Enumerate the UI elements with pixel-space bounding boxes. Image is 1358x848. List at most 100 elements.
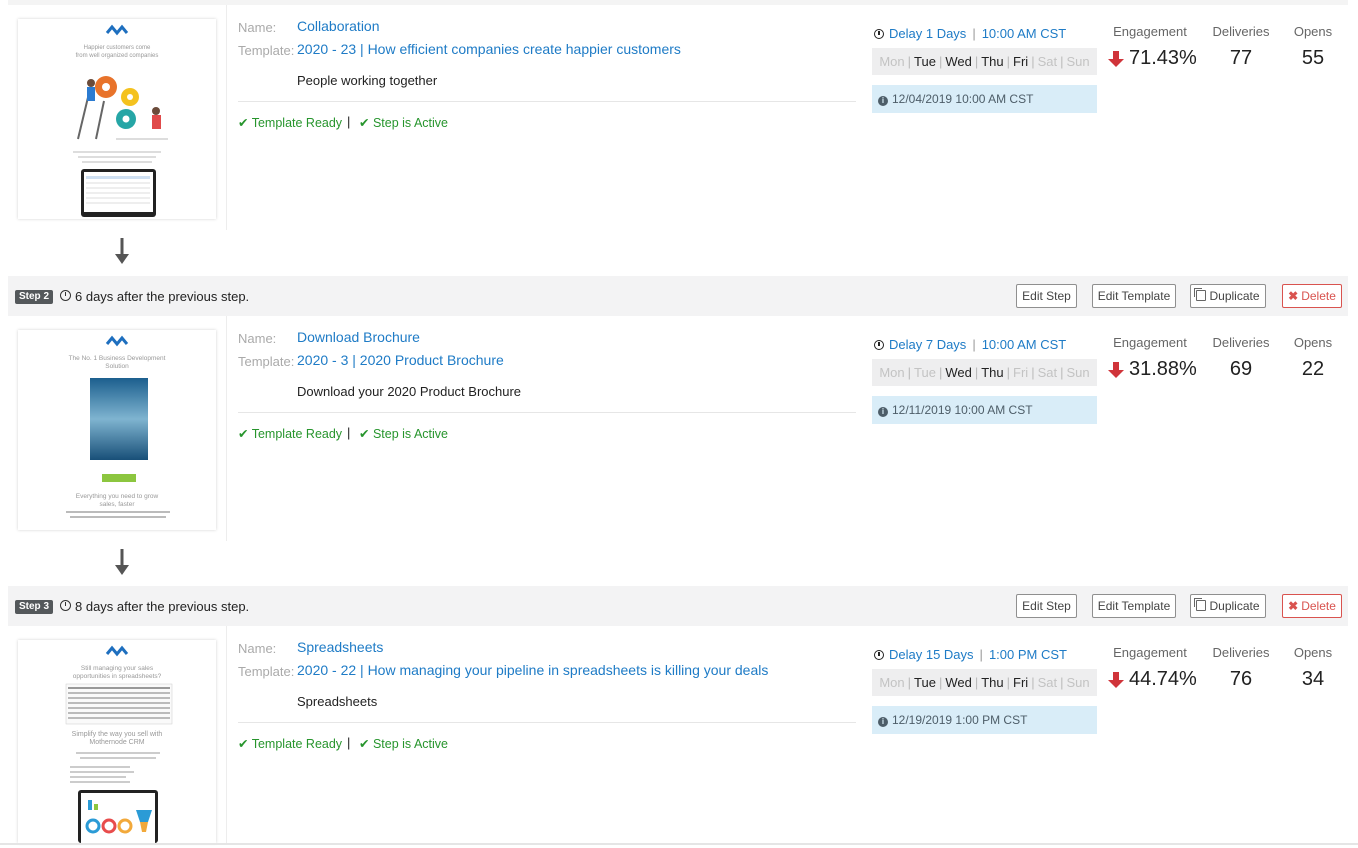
step-header-3: Step 3 8 days after the previous step. E… — [8, 586, 1348, 626]
send-days: Mon | Tue | Wed | Thu | Fri | Sat | Sun — [872, 359, 1097, 386]
opens-value: 22 — [1301, 358, 1325, 380]
engagement-value: 71.43% — [1129, 47, 1197, 69]
step-card-3: Still managing your sales opportunities … — [8, 626, 1348, 843]
name-label: Name: — [238, 331, 277, 346]
template-link[interactable]: 2020 - 23 | How efficient companies crea… — [297, 41, 681, 57]
step-active-status: ✔ Step is Active — [359, 116, 449, 130]
opens-header: Opens — [1293, 645, 1333, 660]
delay-info[interactable]: Delay 7 Days | 10:00 AM CST — [874, 337, 1066, 352]
check-icon: ✔ — [238, 737, 249, 751]
step-name-link[interactable]: Download Brochure — [297, 329, 420, 345]
close-icon: ✖ — [1288, 599, 1299, 613]
svg-text:Mothernode CRM: Mothernode CRM — [89, 739, 144, 746]
email-preview-image: Happier customers come from well organiz… — [73, 24, 168, 217]
card-divider — [226, 316, 227, 541]
svg-text:opportunities in spreadsheets?: opportunities in spreadsheets? — [73, 673, 162, 680]
duplicate-button[interactable]: Duplicate — [1190, 284, 1266, 308]
send-days: Mon | Tue | Wed | Thu | Fri | Sat | Sun — [872, 48, 1097, 75]
check-icon: ✔ — [238, 116, 249, 130]
check-icon: ✔ — [359, 737, 370, 751]
svg-text:Still managing your sales: Still managing your sales — [81, 665, 154, 672]
delete-button[interactable]: ✖ Delete — [1282, 594, 1342, 618]
step-name-link[interactable]: Collaboration — [297, 18, 380, 34]
status-separator: | — [347, 114, 351, 129]
opens-header: Opens — [1293, 24, 1333, 39]
opens-value: 55 — [1301, 47, 1325, 69]
info-icon: i — [878, 407, 888, 417]
duplicate-button[interactable]: Duplicate — [1190, 594, 1266, 618]
svg-text:sales, faster: sales, faster — [99, 501, 135, 508]
step-header-2: Step 2 6 days after the previous step. E… — [8, 276, 1348, 316]
template-label: Template: — [238, 354, 295, 369]
delay-info[interactable]: Delay 15 Days | 1:00 PM CST — [874, 647, 1067, 662]
section-divider — [238, 101, 856, 102]
trend-down-icon — [1108, 362, 1124, 378]
delete-button[interactable]: ✖ Delete — [1282, 284, 1342, 308]
status-separator: | — [347, 425, 351, 440]
opens-header: Opens — [1293, 335, 1333, 350]
template-link[interactable]: 2020 - 3 | 2020 Product Brochure — [297, 352, 504, 368]
step-active-status: ✔ Step is Active — [359, 737, 449, 751]
template-thumbnail[interactable]: The No. 1 Business Development Solution … — [18, 330, 216, 530]
template-thumbnail[interactable]: Still managing your sales opportunities … — [18, 640, 216, 843]
template-ready-status: ✔ Template Ready — [238, 427, 343, 441]
engagement-header: Engagement — [1113, 335, 1187, 350]
flow-arrow-down-icon — [115, 549, 129, 575]
template-ready-status: ✔ Template Ready — [238, 737, 343, 751]
template-ready-status: ✔ Template Ready — [238, 116, 343, 130]
svg-text:The No. 1 Business Development: The No. 1 Business Development — [69, 355, 166, 362]
step-badge: Step 3 — [15, 600, 54, 614]
edit-template-button[interactable]: Edit Template — [1092, 594, 1176, 618]
section-divider — [238, 722, 856, 723]
engagement-header: Engagement — [1113, 645, 1187, 660]
step-description: Spreadsheets — [297, 694, 378, 709]
step-delay-text: 6 days after the previous step. — [75, 289, 250, 304]
copy-icon — [1194, 288, 1207, 301]
email-preview-image: Still managing your sales opportunities … — [65, 645, 173, 843]
copy-icon — [1194, 598, 1207, 611]
deliveries-header: Deliveries — [1212, 645, 1270, 660]
send-days: Mon | Tue | Wed | Thu | Fri | Sat | Sun — [872, 669, 1097, 696]
svg-text:Everything you need to grow: Everything you need to grow — [76, 493, 159, 500]
template-link[interactable]: 2020 - 22 | How managing your pipeline i… — [297, 662, 768, 678]
opens-value: 34 — [1301, 668, 1325, 690]
clock-icon — [874, 29, 884, 39]
status-separator: | — [347, 735, 351, 750]
deliveries-header: Deliveries — [1212, 335, 1270, 350]
clock-icon — [60, 290, 71, 301]
card-divider — [226, 626, 227, 843]
trend-down-icon — [1108, 51, 1124, 67]
next-send-date: i 12/04/2019 10:00 AM CST — [872, 85, 1097, 113]
template-thumbnail[interactable]: Happier customers come from well organiz… — [18, 19, 216, 219]
deliveries-value: 77 — [1229, 47, 1253, 69]
step-description: People working together — [297, 73, 438, 88]
template-label: Template: — [238, 43, 295, 58]
logo-icon — [105, 335, 129, 347]
info-icon: i — [878, 717, 888, 727]
deliveries-value: 69 — [1229, 358, 1253, 380]
edit-step-button[interactable]: Edit Step — [1016, 284, 1077, 308]
clock-icon — [874, 650, 884, 660]
deliveries-header: Deliveries — [1212, 24, 1270, 39]
email-preview-image: The No. 1 Business Development Solution … — [66, 335, 170, 518]
deliveries-value: 76 — [1229, 668, 1253, 690]
close-icon: ✖ — [1288, 289, 1299, 303]
flow-arrow-down-icon — [115, 238, 129, 264]
check-icon: ✔ — [359, 427, 370, 441]
step-badge: Step 2 — [15, 290, 54, 304]
step-name-link[interactable]: Spreadsheets — [297, 639, 383, 655]
page-bottom-border — [0, 843, 1358, 845]
logo-icon — [105, 645, 129, 657]
edit-step-button[interactable]: Edit Step — [1016, 594, 1077, 618]
card-divider — [226, 5, 227, 230]
delay-info[interactable]: Delay 1 Days | 10:00 AM CST — [874, 26, 1066, 41]
clock-icon — [60, 600, 71, 611]
svg-text:from well organized companies: from well organized companies — [76, 53, 159, 59]
clock-icon — [874, 340, 884, 350]
edit-template-button[interactable]: Edit Template — [1092, 284, 1176, 308]
section-divider — [238, 412, 856, 413]
engagement-value: 44.74% — [1129, 668, 1197, 690]
template-label: Template: — [238, 664, 295, 679]
svg-text:Simplify the way you sell with: Simplify the way you sell with — [72, 731, 163, 738]
logo-icon — [105, 24, 129, 36]
